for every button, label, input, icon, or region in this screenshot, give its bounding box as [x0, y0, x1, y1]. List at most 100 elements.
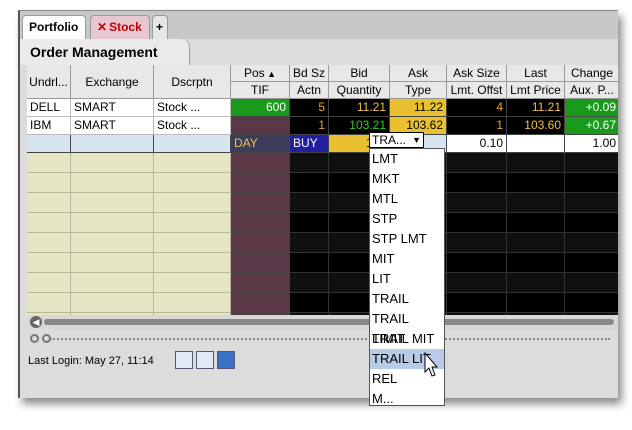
empty-cell[interactable]: [231, 193, 290, 213]
empty-cell[interactable]: [507, 193, 565, 213]
empty-cell[interactable]: [565, 153, 618, 173]
order-type-option[interactable]: STP: [370, 209, 444, 229]
empty-cell[interactable]: [290, 153, 329, 173]
order-type-option[interactable]: TRAIL MIT: [370, 329, 444, 349]
splitter[interactable]: [28, 333, 618, 345]
table-cell-undrl[interactable]: IBM: [27, 117, 71, 135]
order-type-option[interactable]: MTL: [370, 189, 444, 209]
table-cell-pos[interactable]: 600: [231, 99, 290, 117]
empty-cell[interactable]: [290, 253, 329, 273]
column-header[interactable]: Dscrptn: [154, 65, 231, 99]
empty-cell[interactable]: [447, 153, 507, 173]
empty-cell[interactable]: [507, 213, 565, 233]
column-header[interactable]: Change: [565, 65, 618, 82]
table-cell-bid[interactable]: 11.21: [329, 99, 390, 117]
empty-cell[interactable]: [71, 193, 154, 213]
empty-cell[interactable]: [154, 293, 231, 313]
empty-cell[interactable]: [27, 153, 71, 173]
tab-stock[interactable]: ✕ Stock: [90, 15, 150, 39]
order-type-option[interactable]: MKT: [370, 169, 444, 189]
table-cell-exchange[interactable]: SMART: [71, 99, 154, 117]
empty-cell[interactable]: [507, 273, 565, 293]
table-cell-asksize[interactable]: 4: [447, 99, 507, 117]
empty-cell[interactable]: [507, 173, 565, 193]
table-cell-change[interactable]: +0.09: [565, 99, 618, 117]
empty-cell[interactable]: [231, 293, 290, 313]
empty-cell[interactable]: [507, 293, 565, 313]
empty-cell[interactable]: [565, 213, 618, 233]
empty-cell[interactable]: [71, 153, 154, 173]
column-header[interactable]: Undrl...: [27, 65, 71, 99]
order-type-option[interactable]: TRAIL: [370, 289, 444, 309]
empty-cell[interactable]: [565, 273, 618, 293]
order-type-option[interactable]: STP LMT: [370, 229, 444, 249]
empty-cell[interactable]: [231, 173, 290, 193]
column-subheader[interactable]: Lmt. Offst: [447, 82, 507, 99]
empty-cell[interactable]: [27, 273, 71, 293]
column-subheader[interactable]: Type: [390, 82, 447, 99]
order-aux-price[interactable]: 1.00: [565, 135, 618, 153]
empty-cell[interactable]: [447, 233, 507, 253]
horizontal-scrollbar[interactable]: ◀: [28, 315, 618, 329]
order-type-option[interactable]: LMT: [370, 149, 444, 169]
empty-cell[interactable]: [27, 173, 71, 193]
empty-cell[interactable]: [290, 213, 329, 233]
empty-cell[interactable]: [154, 173, 231, 193]
empty-cell[interactable]: [27, 253, 71, 273]
empty-cell[interactable]: [71, 273, 154, 293]
empty-cell[interactable]: [231, 233, 290, 253]
column-header[interactable]: Last: [507, 65, 565, 82]
scrollbar-thumb[interactable]: [44, 319, 614, 325]
order-type-select[interactable]: TRA... ▼: [369, 132, 424, 148]
order-action[interactable]: BUY: [290, 135, 329, 153]
column-subheader[interactable]: TIF: [231, 82, 290, 99]
column-header[interactable]: Ask Size: [447, 65, 507, 82]
empty-cell[interactable]: [154, 213, 231, 233]
empty-cell[interactable]: [27, 193, 71, 213]
empty-cell[interactable]: [71, 253, 154, 273]
order-type-option[interactable]: MIT: [370, 249, 444, 269]
order-type-option[interactable]: LIT: [370, 269, 444, 289]
layout-icon[interactable]: [175, 351, 193, 369]
empty-cell[interactable]: [565, 253, 618, 273]
empty-cell[interactable]: [507, 253, 565, 273]
table-cell-change[interactable]: +0.67: [565, 117, 618, 135]
empty-cell[interactable]: [71, 293, 154, 313]
empty-cell[interactable]: [507, 233, 565, 253]
column-subheader[interactable]: Aux. P...: [565, 82, 618, 99]
empty-cell[interactable]: [290, 273, 329, 293]
empty-cell[interactable]: [447, 193, 507, 213]
empty-cell[interactable]: [231, 273, 290, 293]
scroll-left-icon[interactable]: ◀: [30, 316, 42, 328]
column-header[interactable]: Pos ▲: [231, 65, 290, 82]
column-subheader[interactable]: Actn: [290, 82, 329, 99]
empty-cell[interactable]: [290, 293, 329, 313]
empty-cell[interactable]: [290, 193, 329, 213]
table-cell-pos[interactable]: [231, 117, 290, 135]
empty-cell[interactable]: [154, 253, 231, 273]
sort-icon[interactable]: ▲: [265, 69, 276, 79]
empty-cell[interactable]: [231, 153, 290, 173]
table-cell-asksize[interactable]: 1: [447, 117, 507, 135]
order-type-option[interactable]: TRAIL LIMIT: [370, 309, 444, 346]
splitter-left-icon[interactable]: [30, 334, 39, 343]
column-subheader[interactable]: Quantity: [329, 82, 390, 99]
column-header[interactable]: Bd Sz: [290, 65, 329, 82]
empty-cell[interactable]: [154, 193, 231, 213]
order-cell[interactable]: [154, 135, 231, 153]
add-tab-button[interactable]: +: [152, 15, 168, 39]
order-lmt-offset[interactable]: 0.10: [447, 135, 507, 153]
empty-cell[interactable]: [290, 233, 329, 253]
order-cell[interactable]: [27, 135, 71, 153]
column-header[interactable]: Bid: [329, 65, 390, 82]
table-cell-desc[interactable]: Stock ...: [154, 117, 231, 135]
empty-cell[interactable]: [565, 173, 618, 193]
table-cell-bdsz[interactable]: 1: [290, 117, 329, 135]
empty-cell[interactable]: [27, 233, 71, 253]
tab-portfolio[interactable]: Portfolio: [22, 15, 86, 39]
order-type-option[interactable]: M...: [370, 389, 444, 405]
empty-cell[interactable]: [154, 233, 231, 253]
empty-cell[interactable]: [507, 153, 565, 173]
empty-cell[interactable]: [231, 253, 290, 273]
column-header[interactable]: Ask: [390, 65, 447, 82]
